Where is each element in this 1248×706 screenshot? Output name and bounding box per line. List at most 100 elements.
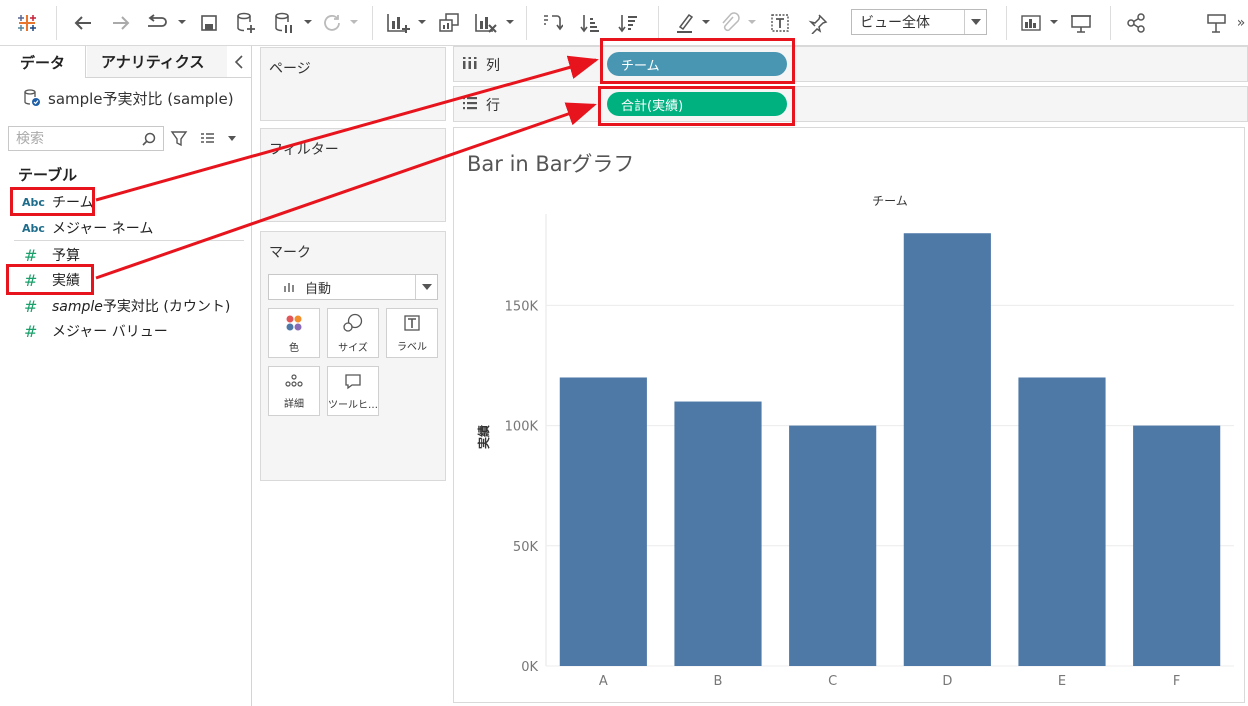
mark-type-select[interactable]: 自動 (268, 274, 438, 300)
chevron-down-icon[interactable] (418, 18, 426, 26)
field-label: チーム (52, 195, 94, 211)
field-budget[interactable]: # 予算 (0, 243, 250, 267)
tooltip-label: ツールヒ… (328, 399, 378, 411)
swap-icon[interactable] (540, 9, 564, 37)
toolbar-separator (372, 6, 373, 40)
field-measure-values[interactable]: # メジャー バリュー (0, 319, 250, 343)
chevron-down-icon[interactable] (350, 18, 358, 26)
field-label: メジャー バリュー (52, 324, 168, 340)
columns-shelf[interactable]: 列 (453, 46, 1248, 82)
team-pill[interactable]: チーム (607, 52, 787, 76)
show-me-icon[interactable] (1018, 9, 1046, 37)
toolbar-separator (658, 6, 659, 40)
field-record-count[interactable]: # sample予実対比 (カウント) (0, 294, 250, 318)
bar-C[interactable] (789, 425, 877, 666)
x-tick-label: C (828, 674, 837, 689)
refresh-icon[interactable] (320, 9, 344, 37)
detail-button[interactable]: 詳細 (268, 366, 320, 416)
pages-title: ページ (269, 61, 311, 77)
tab-analytics[interactable]: アナリティクス (87, 46, 227, 78)
bar-B[interactable] (674, 401, 762, 666)
field-actual[interactable]: # 実績 (0, 268, 250, 292)
collapse-pane-button[interactable] (230, 52, 248, 72)
size-button[interactable]: サイズ (327, 308, 379, 358)
tableau-workspace: ビュー全体 » データ アナリティクス sample予実対比 (sample) … (0, 0, 1248, 706)
tooltip-icon (345, 373, 361, 389)
redo-icon[interactable] (108, 9, 134, 37)
pages-card[interactable]: ページ (260, 47, 446, 121)
y-axis-title: 実績 (476, 425, 491, 449)
field-label: メジャー ネーム (52, 221, 154, 237)
replay-icon[interactable] (144, 9, 172, 37)
y-tick-label: 150K (505, 299, 539, 314)
sort-ascending-icon[interactable] (578, 9, 602, 37)
chevron-down-icon[interactable] (304, 18, 312, 26)
label-button[interactable]: ラベル (386, 308, 438, 358)
divider (14, 240, 244, 241)
tableau-logo-icon[interactable] (14, 9, 40, 37)
field-measure-names[interactable]: Abc メジャー ネーム (0, 216, 250, 240)
bar-F[interactable] (1133, 425, 1221, 666)
bar-chart: チーム 実績 0K 50K 100K 150K A B C D E F (476, 194, 1234, 689)
color-icon (286, 315, 302, 330)
chevron-down-icon[interactable] (178, 18, 186, 26)
save-icon[interactable] (197, 9, 221, 37)
chevron-down-icon[interactable] (702, 18, 710, 26)
pin-icon[interactable] (806, 9, 830, 37)
view-list-icon[interactable] (199, 132, 239, 146)
clear-icon[interactable] (472, 9, 500, 37)
new-datasource-icon[interactable] (234, 9, 258, 37)
toolbar: ビュー全体 » (0, 0, 1248, 46)
number-type-icon: # (24, 245, 38, 265)
detail-label: 詳細 (284, 398, 304, 410)
show-cards-icon[interactable] (1204, 9, 1230, 37)
x-tick-label: A (599, 674, 608, 689)
toolbar-overflow-button[interactable]: » (1234, 9, 1248, 37)
string-type-icon: Abc (22, 195, 45, 209)
search-icon[interactable] (141, 131, 157, 147)
field-label: 実績 (52, 273, 80, 289)
chevron-down-icon[interactable] (1050, 18, 1058, 26)
bar-D[interactable] (903, 233, 991, 666)
highlight-icon[interactable] (672, 9, 696, 37)
share-icon[interactable] (1124, 9, 1148, 37)
gridlines (545, 214, 1234, 667)
bar-E[interactable] (1018, 377, 1106, 666)
group-icon[interactable] (718, 9, 742, 37)
chevron-down-icon (415, 275, 437, 299)
search-box[interactable] (8, 126, 164, 151)
columns-icon (463, 57, 477, 69)
rows-shelf[interactable]: 行 (453, 86, 1248, 122)
datasource-icon (24, 89, 40, 106)
new-worksheet-icon[interactable] (384, 9, 412, 37)
pause-updates-icon[interactable] (272, 9, 296, 37)
datasource-item[interactable]: sample予実対比 (sample) (22, 86, 234, 110)
columns-label: 列 (486, 58, 500, 74)
label-icon[interactable] (768, 9, 792, 37)
chevron-down-icon[interactable] (748, 18, 756, 26)
bar-mark-icon (284, 283, 294, 292)
x-tick-label: D (942, 674, 952, 689)
rows-label: 行 (486, 98, 500, 114)
fit-view-select[interactable]: ビュー全体 (851, 9, 987, 35)
duplicate-icon[interactable] (436, 9, 462, 37)
toolbar-separator (56, 6, 57, 40)
bar-A[interactable] (559, 377, 647, 666)
search-input[interactable] (16, 130, 136, 147)
number-type-icon: # (24, 321, 38, 341)
tab-data[interactable]: データ (0, 46, 86, 78)
sort-descending-icon[interactable] (616, 9, 640, 37)
color-button[interactable]: 色 (268, 308, 320, 358)
text-label-icon (404, 314, 420, 331)
tooltip-button[interactable]: ツールヒ… (327, 366, 379, 416)
chevron-down-icon[interactable] (506, 18, 514, 26)
filter-icon[interactable] (170, 130, 188, 148)
mark-type-value: 自動 (305, 281, 332, 297)
field-team[interactable]: Abc チーム (0, 190, 250, 214)
presentation-icon[interactable] (1068, 9, 1094, 37)
undo-icon[interactable] (70, 9, 96, 37)
table-section-title: テーブル (18, 166, 78, 184)
sum-actual-pill[interactable]: 合計(実績) (607, 92, 787, 116)
marks-title: マーク (269, 245, 311, 261)
filters-card[interactable]: フィルター (260, 128, 446, 222)
